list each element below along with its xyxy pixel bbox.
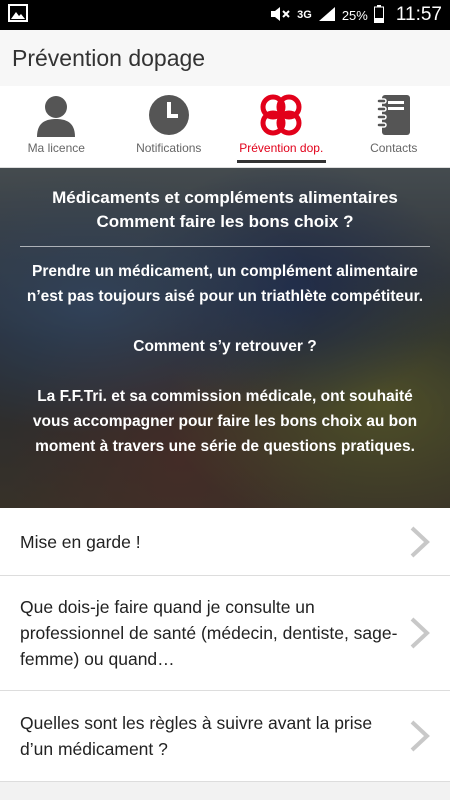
- tab-label: Ma licence: [27, 141, 85, 155]
- signal-icon: [318, 6, 336, 25]
- hero-banner: Médicaments et compléments alimentaires …: [0, 168, 450, 508]
- page-title: Prévention dopage: [12, 44, 206, 71]
- hero-title-line1: Médicaments et compléments alimentaires: [52, 188, 398, 207]
- tab-label: Notifications: [136, 141, 202, 155]
- prevention-logo-icon: [259, 93, 303, 137]
- network-type: 3G: [297, 9, 312, 21]
- list-item[interactable]: Mise en garde !: [0, 508, 450, 576]
- hero-title-line2: Comment faire les bons choix ?: [96, 212, 354, 231]
- app-bar: Prévention dopage: [0, 30, 450, 86]
- clock-time: 11:57: [395, 4, 442, 25]
- person-icon: [35, 93, 77, 137]
- list-item-text: Quelles sont les règles à suivre avant l…: [20, 713, 373, 759]
- tab-label: Prévention dop.: [239, 141, 324, 155]
- tab-label: Contacts: [370, 141, 418, 155]
- hero-paragraph-intro: Prendre un médicament, un complément ali…: [26, 263, 424, 305]
- mute-icon: [269, 6, 291, 25]
- hero-divider: [20, 246, 430, 247]
- tab-contacts[interactable]: Contacts: [338, 86, 450, 167]
- list-item-text: Mise en garde !: [20, 531, 141, 552]
- tab-prevention-dopage[interactable]: Prévention dop.: [225, 86, 338, 167]
- tab-bar: Ma licence Notifications Prévention dop.…: [0, 86, 450, 168]
- tab-ma-licence[interactable]: Ma licence: [0, 86, 113, 167]
- gallery-icon: [8, 3, 28, 27]
- chevron-right-icon: [410, 526, 430, 557]
- chevron-right-icon: [410, 720, 430, 752]
- list-item[interactable]: Quelles sont les règles à suivre avant l…: [0, 691, 450, 782]
- chevron-right-icon: [410, 617, 430, 649]
- battery-icon: [373, 4, 384, 26]
- list-item-text: Que dois-je faire quand je consulte un p…: [20, 597, 398, 669]
- hero-title: Médicaments et compléments alimentaires …: [20, 186, 430, 234]
- hero-paragraph-ffetri: La F.F.Tri. et sa commission médicale, o…: [32, 388, 418, 455]
- status-bar: 3G 25% 11:57: [0, 0, 450, 30]
- hero-paragraph-question: Comment s’y retrouver ?: [133, 338, 317, 355]
- tab-notifications[interactable]: Notifications: [113, 86, 226, 167]
- battery-percent: 25%: [341, 7, 368, 23]
- notebook-icon: [374, 93, 414, 137]
- question-list: Mise en garde ! Que dois-je faire quand …: [0, 508, 450, 782]
- clock-icon: [148, 93, 190, 137]
- list-item[interactable]: Que dois-je faire quand je consulte un p…: [0, 576, 450, 691]
